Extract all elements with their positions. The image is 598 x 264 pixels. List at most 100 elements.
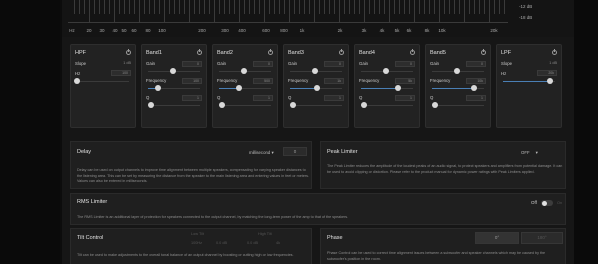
phase-title: Phase [327,235,343,241]
grid-line [219,0,220,14]
phase-section: Phase 0° 180° Phase Control can be used … [320,228,566,264]
grid-line [169,0,170,14]
grid-line [304,0,305,14]
frequency-input[interactable]: 500 [253,77,273,84]
frequency-slider[interactable] [288,85,344,91]
grid-line [444,0,445,14]
frequency-label: 1k [299,28,305,33]
q-label: Q [146,95,150,100]
gain-input[interactable]: 0 [324,60,344,67]
gain-slider[interactable] [359,68,415,74]
phase-0-button[interactable]: 0° [475,232,519,244]
q-slider[interactable] [217,102,273,108]
power-icon[interactable] [481,49,486,55]
power-icon[interactable] [339,49,344,55]
frequency-input[interactable]: 5k [395,77,415,84]
power-icon[interactable] [410,49,415,55]
gain-slider[interactable] [288,68,344,74]
slope-select[interactable]: 1 dB [123,61,131,65]
grid-line [229,0,230,14]
frequency-label: Frequency [288,78,309,83]
frequency-label: 2k [337,28,343,33]
lpf-slider[interactable] [501,78,557,84]
grid-line [199,0,200,14]
high-tilt-frequency[interactable]: 4k [276,241,280,245]
grid-line [109,0,110,14]
q-input[interactable]: 1 [253,94,273,101]
peak-limiter-select[interactable]: OFF ▾ [521,150,538,156]
frequency-label: 6k [406,28,412,33]
hz-input[interactable]: 20k [537,70,557,76]
grid-line [124,0,125,14]
gain-input[interactable]: 0 [253,60,273,67]
gain-slider[interactable] [430,68,486,74]
grid-line [114,0,115,22]
peak-limiter-title: Peak Limiter [327,149,358,155]
frequency-slider[interactable] [359,85,415,91]
power-icon[interactable] [552,49,557,55]
delay-unit-select[interactable]: millisecond ▾ [249,150,274,156]
rms-limiter-toggle[interactable] [541,200,553,206]
low-tilt-label: Low Tilt [191,232,204,236]
q-slider[interactable] [146,102,202,108]
low-tilt-db[interactable]: 0.0 dB [216,241,227,245]
frequency-label: 4k [379,28,385,33]
hz-input[interactable]: 100 [111,70,131,76]
power-icon[interactable] [197,49,202,55]
delay-section: Delay millisecond ▾ 0 Delay can be used … [70,141,312,189]
grid-line [284,0,285,14]
q-input[interactable]: 1 [466,94,486,101]
grid-line [194,0,195,14]
band-title: Band5 [430,49,446,56]
q-label: Q [217,95,221,100]
frequency-label: 10k [438,28,446,33]
grid-line [409,0,410,14]
q-slider[interactable] [288,102,344,108]
power-icon[interactable] [268,49,273,55]
grid-line [419,0,420,14]
frequency-label: Frequency [359,78,380,83]
grid-line [84,0,85,14]
frequency-slider[interactable] [430,85,486,91]
grid-line [369,0,370,14]
slope-select[interactable]: 1 dB [549,61,557,65]
hpf-title: HPF [75,49,86,56]
q-input[interactable]: 1 [324,94,344,101]
power-icon[interactable] [126,49,131,55]
gain-input[interactable]: 0 [182,60,202,67]
grid-line [474,0,475,14]
grid-line [249,0,250,14]
grid-line [459,0,460,14]
delay-title: Delay [77,149,92,155]
hz-label: Hz [501,70,507,76]
lpf-panel: LPF Slope 1 dB Hz 20k [496,44,562,128]
gain-input[interactable]: 0 [466,60,486,67]
frequency-label: 40 [112,28,118,33]
frequency-input[interactable]: 100 [182,77,202,84]
low-tilt-frequency[interactable]: 100Hz [191,241,202,245]
band-title: Band1 [146,49,162,56]
gain-input[interactable]: 0 [395,60,415,67]
high-tilt-label: High Tilt [258,232,272,236]
delay-input[interactable]: 0 [283,147,307,156]
frequency-input[interactable]: 1k [324,77,344,84]
grid-line [489,0,490,22]
q-slider[interactable] [430,102,486,108]
gain-slider[interactable] [217,68,273,74]
q-input[interactable]: 1 [182,94,202,101]
gain-slider[interactable] [146,68,202,74]
band-title: Band2 [217,49,233,56]
frequency-slider[interactable] [217,85,273,91]
hpf-slider[interactable] [74,78,131,84]
grid-line [184,0,185,14]
grid-line [344,0,345,14]
q-slider[interactable] [359,102,415,108]
grid-line [484,0,485,14]
high-tilt-db[interactable]: 0.0 dB [247,241,258,245]
grid-line [414,0,415,22]
frequency-input[interactable]: 10k [466,77,486,84]
phase-180-button[interactable]: 180° [521,232,563,244]
q-input[interactable]: 1 [395,94,415,101]
frequency-slider[interactable] [146,85,202,91]
grid-line [359,0,360,14]
